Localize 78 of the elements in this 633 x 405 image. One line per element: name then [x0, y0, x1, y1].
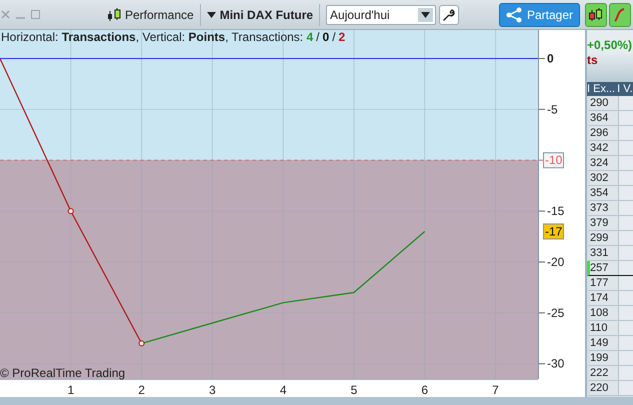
x-axis-label: 6 — [421, 383, 428, 397]
table-cell: 177 — [590, 276, 619, 290]
table-cell: 110 — [590, 321, 619, 335]
table-cell: 290 — [590, 96, 619, 110]
candlestick-icon — [588, 6, 604, 22]
watermark-text: © ProRealTime Trading — [0, 366, 126, 380]
table-row[interactable]: 342 — [587, 141, 633, 156]
x-axis-label: 1 — [67, 383, 74, 397]
table-row[interactable]: 290 — [587, 96, 633, 111]
table-row[interactable]: 220 — [587, 381, 633, 396]
current-value-tag: -17 — [543, 223, 564, 240]
table-row[interactable]: 324 — [587, 156, 633, 171]
table-row[interactable]: 149 — [587, 336, 633, 351]
neutral-count: 0 — [322, 30, 330, 44]
table-cell: 149 — [590, 336, 619, 350]
x-axis-label: 4 — [280, 383, 286, 397]
period-dropdown[interactable]: Aujourd'hui — [326, 4, 436, 24]
table-row[interactable]: 110 — [587, 321, 633, 336]
table-row[interactable]: 199 — [587, 351, 633, 366]
table-cell: 342 — [590, 141, 619, 155]
x-axis-label: 2 — [138, 383, 145, 397]
table-row[interactable]: 373 — [587, 201, 633, 216]
performance-button[interactable]: Performance — [101, 6, 200, 22]
losing-count: 2 — [338, 30, 346, 44]
table-row[interactable]: 299 — [587, 231, 633, 246]
y-axis-label: 0 — [547, 52, 554, 66]
wrench-icon — [442, 8, 456, 22]
panel-label: ts — [587, 52, 633, 82]
table-cell: 331 — [590, 246, 619, 260]
change-text: +0,50%) — [587, 30, 633, 52]
table-row[interactable]: 222 — [587, 366, 633, 381]
table-cell: 220 — [590, 381, 619, 395]
table-cell: 199 — [590, 351, 619, 365]
table-row[interactable]: 379 — [587, 216, 633, 231]
data-point — [138, 340, 145, 346]
threshold-tag: -10 — [543, 152, 564, 168]
table-row[interactable]: 364 — [587, 111, 633, 126]
table-row[interactable]: 354 — [587, 186, 633, 201]
y-axis-label: -30 — [547, 356, 564, 371]
table-row[interactable]: 296 — [587, 126, 633, 141]
x-axis-label: 5 — [350, 383, 358, 397]
column-header[interactable]: I Ex... — [587, 82, 618, 96]
table-cell: 364 — [590, 111, 619, 125]
table-cell: 302 — [590, 171, 619, 185]
separator-text: / — [316, 30, 320, 44]
y-axis-label: -15 — [547, 204, 564, 218]
table-row[interactable]: 302 — [587, 171, 633, 186]
table-row[interactable]: 174 — [587, 291, 633, 306]
table-cell: 373 — [590, 201, 619, 215]
candlestick-icon — [107, 6, 121, 22]
x-axis-label: 3 — [209, 383, 216, 397]
legend-text: Horizontal: Transactions, Vertical: Points, Transactions: — [1, 30, 304, 44]
table-row[interactable]: 108 — [587, 306, 633, 321]
y-axis-label: -5 — [547, 102, 558, 116]
settings-button[interactable] — [439, 4, 460, 24]
table-cell: 108 — [590, 306, 619, 320]
table-cell: 299 — [590, 231, 619, 245]
table-cell: 257 — [590, 261, 619, 275]
table-cell: 296 — [590, 126, 619, 140]
indicator-button[interactable] — [609, 2, 631, 26]
table-cell: 354 — [590, 186, 619, 200]
share-icon — [506, 6, 522, 22]
y-axis-label: -20 — [547, 255, 564, 269]
table-row[interactable]: 177 — [587, 276, 633, 291]
table-cell: 222 — [590, 366, 619, 380]
winning-count: 4 — [306, 30, 314, 44]
data-point — [68, 208, 74, 214]
table-cell: 379 — [590, 216, 619, 230]
table-cell: 324 — [590, 156, 619, 170]
instrument-button[interactable]: Mini DAX Future — [200, 8, 320, 22]
x-axis-label: 7 — [492, 383, 499, 397]
table-row[interactable]: 331 — [587, 246, 633, 261]
column-header[interactable]: I V. — [617, 82, 633, 96]
table-cell: 174 — [590, 291, 619, 305]
y-axis-label: -25 — [547, 306, 564, 320]
caret-icon — [206, 12, 216, 18]
candlestick-button[interactable] — [585, 2, 607, 26]
separator-text: / — [332, 30, 336, 44]
